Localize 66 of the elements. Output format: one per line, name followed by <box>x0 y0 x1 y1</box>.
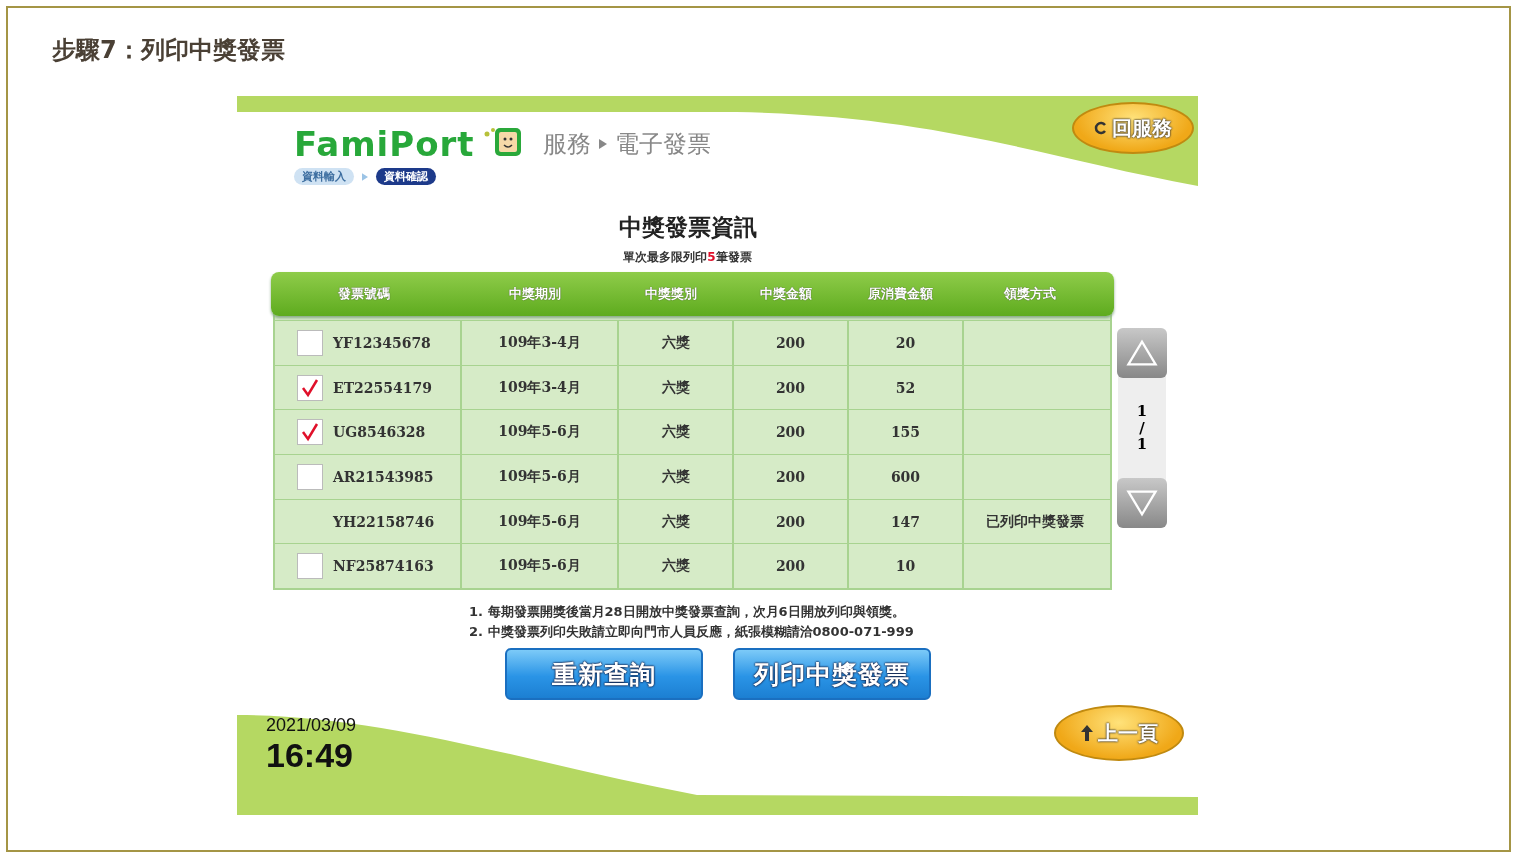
column-header: 領獎方式 <box>1002 285 1057 303</box>
table-cell: 六獎 <box>617 410 732 455</box>
step-title: 步驟7：列印中獎發票 <box>52 35 286 66</box>
table-cell: 109年3-4月 <box>460 365 617 410</box>
page-number: 1 <box>1136 436 1148 453</box>
table-cell: 已列印中獎發票 <box>962 499 1105 544</box>
step-pill: 資料輸入 <box>294 168 354 185</box>
note-text: 2. 中獎發票列印失敗請立即向門市人員反應，紙張模糊請洽0800-071-999 <box>469 623 915 642</box>
column-header: 中獎獎別 <box>643 285 698 303</box>
table-cell: 200 <box>732 321 847 365</box>
table-cell: 六獎 <box>617 321 732 365</box>
column-header: 中獎期別 <box>507 285 562 303</box>
return-icon <box>1094 120 1108 136</box>
table-cell: 六獎 <box>617 499 732 544</box>
table-cell: 200 <box>732 499 847 544</box>
date-text: 2021/03/09 <box>266 715 357 736</box>
step-arrow-icon <box>362 172 368 181</box>
table-cell: 10 <box>847 544 962 589</box>
time-text: 16:49 <box>266 736 354 775</box>
table-cell: 20 <box>847 321 962 365</box>
breadcrumb-arrow-icon <box>598 139 607 149</box>
table-cell: 109年5-6月 <box>460 455 617 499</box>
section-title: 中獎發票資訊 <box>617 213 758 242</box>
table-cell: 109年5-6月 <box>460 544 617 589</box>
page-number: 1 <box>1136 403 1148 420</box>
up-arrow-icon <box>1080 725 1094 741</box>
table-cell: 600 <box>847 455 962 499</box>
table-cell: 147 <box>847 499 962 544</box>
page-number: / <box>1139 419 1145 437</box>
table-cell: 六獎 <box>617 455 732 499</box>
invoice-number: AR21543985 <box>333 468 434 485</box>
column-header: 原消費金額 <box>867 285 934 303</box>
invoice-number: ET22554179 <box>333 379 433 396</box>
breadcrumb-item: 服務 <box>542 129 591 160</box>
checkbox[interactable] <box>297 463 323 490</box>
checkbox[interactable] <box>297 419 323 446</box>
action-button[interactable]: 重新查詢 <box>505 648 703 701</box>
column-header: 中獎金額 <box>758 285 813 303</box>
breadcrumb-item: 電子發票 <box>614 129 711 160</box>
previous-page-button[interactable]: 上一頁 <box>1054 705 1184 761</box>
invoice-number: YF12345678 <box>333 334 431 351</box>
scroll-down-button[interactable] <box>1117 478 1167 528</box>
scroll-up-button[interactable] <box>1117 328 1167 378</box>
invoice-number: YH22158746 <box>333 513 435 530</box>
table-cell: 200 <box>732 455 847 499</box>
table-cell: 109年5-6月 <box>460 499 617 544</box>
table-cell: 109年3-4月 <box>460 321 617 365</box>
step-pill: 資料確認 <box>376 168 436 185</box>
table-cell: 200 <box>732 544 847 589</box>
checkbox[interactable] <box>297 329 323 356</box>
invoice-number: UG8546328 <box>333 424 426 441</box>
table-cell: 109年5-6月 <box>460 410 617 455</box>
table-cell: 200 <box>732 365 847 410</box>
checkbox[interactable] <box>297 374 323 401</box>
action-button[interactable]: 列印中獎發票 <box>733 648 931 701</box>
column-header: 發票號碼 <box>336 285 391 303</box>
note-text: 1. 每期發票開獎後當月28日開放中獎發票查詢，次月6日開放列印與領獎。 <box>469 603 906 622</box>
table-cell: 52 <box>847 365 962 410</box>
checkbox[interactable] <box>297 553 323 580</box>
print-limit-note: 單次最多限列印5筆發票 <box>622 249 753 266</box>
table-cell: 六獎 <box>617 365 732 410</box>
table-cell: 六獎 <box>617 544 732 589</box>
table-cell: 200 <box>732 410 847 455</box>
table-cell: 155 <box>847 410 962 455</box>
logo: FamiPort <box>294 124 475 164</box>
invoice-number: NF25874163 <box>333 558 434 575</box>
